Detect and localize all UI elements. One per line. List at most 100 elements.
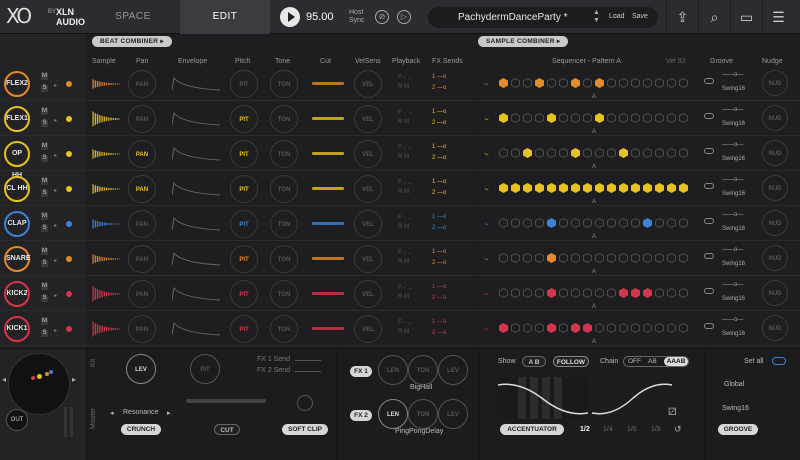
sample-waveform[interactable]: [91, 214, 122, 234]
sequencer-step[interactable]: [619, 112, 628, 124]
nudge-knob[interactable]: NUD: [762, 315, 788, 341]
track-arrow-icon[interactable]: ▸: [54, 257, 57, 264]
sequencer-step[interactable]: [631, 112, 640, 124]
pan-knob[interactable]: PAN: [128, 210, 156, 238]
playback-m[interactable]: M: [404, 119, 409, 125]
solo-button[interactable]: S: [41, 260, 48, 267]
velsens-knob[interactable]: VEL: [354, 210, 382, 238]
sequencer-step[interactable]: [499, 78, 508, 88]
cut-slider[interactable]: [312, 327, 344, 330]
tone-knob[interactable]: TON: [270, 245, 298, 273]
mute-button[interactable]: M: [41, 213, 48, 220]
sequencer-step[interactable]: [511, 252, 520, 264]
sequencer-step[interactable]: [655, 287, 664, 299]
envelope-display[interactable]: [171, 146, 222, 162]
show-a[interactable]: A: [529, 359, 533, 366]
fx1-send-slider[interactable]: [295, 360, 321, 361]
sequencer-step[interactable]: [619, 183, 628, 193]
preset-nav-arrows-icon[interactable]: ▲ ▼: [593, 9, 600, 25]
sequencer-step[interactable]: [559, 322, 568, 334]
sequencer-step[interactable]: [571, 112, 580, 124]
fx2-button[interactable]: FX 2: [350, 410, 372, 421]
sequencer-step[interactable]: [619, 252, 628, 264]
sequencer-step[interactable]: [631, 322, 640, 334]
fx-sends[interactable]: 1 —o 2 —o: [432, 212, 446, 234]
groove-slider[interactable]: ——o—: [722, 282, 743, 288]
sequencer-step[interactable]: [643, 77, 652, 89]
groove-toggle[interactable]: [704, 288, 714, 294]
fx-sends[interactable]: 1 —o 2 —o: [432, 72, 446, 94]
sequencer-step[interactable]: [667, 183, 676, 193]
groove-swing-select[interactable]: Swing16: [722, 156, 745, 162]
play-button[interactable]: [280, 7, 300, 27]
sequencer-step[interactable]: [655, 252, 664, 264]
rate-eighth[interactable]: 1/8: [651, 426, 661, 433]
sequencer-step[interactable]: [547, 218, 556, 228]
sequencer-step[interactable]: [499, 113, 508, 123]
sequencer-step[interactable]: [547, 113, 556, 123]
sequencer-step[interactable]: [535, 287, 544, 299]
sequencer-step[interactable]: [559, 183, 568, 193]
groove-slider[interactable]: ——o—: [722, 107, 743, 113]
sequencer-step[interactable]: [583, 77, 592, 89]
velsens-knob[interactable]: VEL: [354, 315, 382, 343]
sequencer-step[interactable]: [679, 217, 688, 229]
global-swing-select[interactable]: Swing16: [722, 405, 749, 412]
sequencer-step[interactable]: [571, 323, 580, 333]
groove-button[interactable]: GROOVE: [718, 424, 758, 435]
fx2-preset[interactable]: PingPongDelay: [395, 428, 443, 435]
sequencer-step[interactable]: [547, 323, 556, 333]
mute-button[interactable]: M: [41, 248, 48, 255]
playback-r[interactable]: R: [398, 329, 402, 335]
sequencer-step[interactable]: [631, 183, 640, 193]
cut-slider[interactable]: [312, 82, 344, 85]
track-arrow-icon[interactable]: ▸: [54, 327, 57, 334]
playback-r[interactable]: R: [398, 259, 402, 265]
playback-f[interactable]: F: [398, 110, 402, 116]
sequencer-step[interactable]: [667, 322, 676, 334]
groove-slider[interactable]: ——o—: [722, 177, 743, 183]
envelope-display[interactable]: [171, 286, 222, 302]
envelope-display[interactable]: [171, 111, 222, 127]
pan-knob[interactable]: PAN: [128, 315, 156, 343]
playback-controls[interactable]: F - → R M: [398, 109, 413, 127]
sequencer-step[interactable]: [523, 77, 532, 89]
envelope-display[interactable]: [171, 216, 222, 232]
sequencer-step[interactable]: [679, 252, 688, 264]
sequencer-step[interactable]: [631, 147, 640, 159]
sequencer-step[interactable]: [523, 217, 532, 229]
follow-button[interactable]: FOLLOW: [553, 356, 589, 367]
tempo-display[interactable]: 95.00: [306, 11, 334, 23]
solo-button[interactable]: S: [41, 330, 48, 337]
sequencer-step[interactable]: [511, 147, 520, 159]
sequencer-step[interactable]: [595, 183, 604, 193]
chain-ab[interactable]: AB: [648, 358, 657, 365]
sequencer-step[interactable]: [619, 322, 628, 334]
playback-controls[interactable]: F - → R M: [398, 179, 413, 197]
sample-waveform[interactable]: [91, 74, 122, 94]
nudge-knob[interactable]: NUD: [762, 105, 788, 131]
sequencer-step[interactable]: [667, 217, 676, 229]
playback-r[interactable]: R: [398, 119, 402, 125]
load-button[interactable]: Load: [609, 13, 625, 20]
sequencer-step[interactable]: [583, 287, 592, 299]
sequencer-step[interactable]: [547, 77, 556, 89]
mute-button[interactable]: M: [41, 108, 48, 115]
chain-selector[interactable]: OFF AB AAAB: [623, 356, 689, 367]
sequencer-step[interactable]: [559, 147, 568, 159]
sequencer-step[interactable]: [535, 112, 544, 124]
sequencer-step[interactable]: [667, 252, 676, 264]
fx2-send-slider[interactable]: [295, 371, 321, 372]
resonance-right-arrow-icon[interactable]: ▸: [167, 409, 171, 417]
sample-combiner-button[interactable]: SAMPLE COMBINER ▸: [478, 36, 569, 47]
groove-swing-select[interactable]: Swing16: [722, 86, 745, 92]
tone-knob[interactable]: TON: [270, 70, 298, 98]
velsens-knob[interactable]: VEL: [354, 105, 382, 133]
track-arrow-icon[interactable]: ▸: [54, 117, 57, 124]
cut-button[interactable]: CUT: [214, 424, 240, 435]
track-pad-button[interactable]: OP HH: [4, 141, 30, 179]
velsens-knob[interactable]: VEL: [354, 140, 382, 168]
rate-half[interactable]: 1/2: [580, 426, 590, 433]
sequencer-step[interactable]: [619, 77, 628, 89]
pitch-knob[interactable]: PIT: [230, 245, 258, 273]
